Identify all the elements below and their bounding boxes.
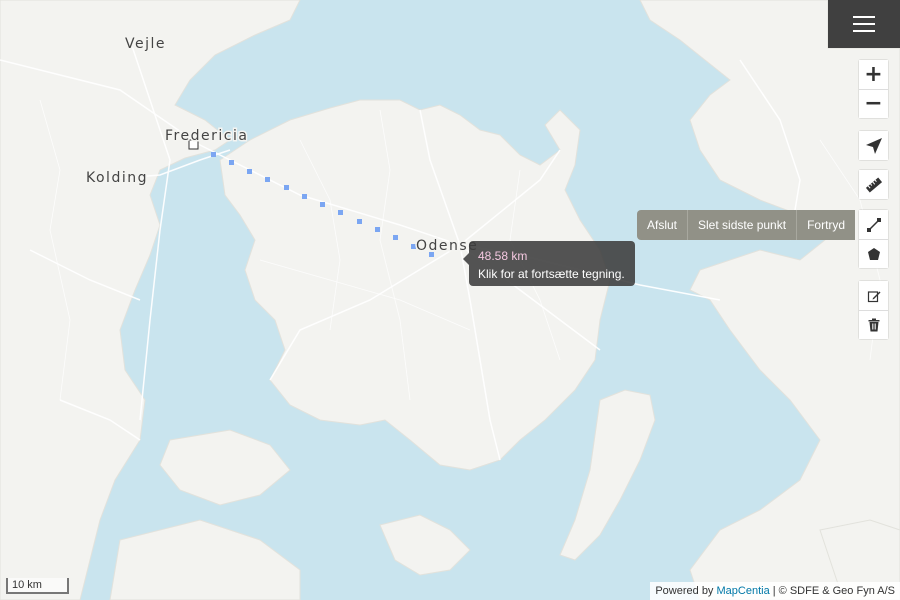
ruler-icon bbox=[865, 177, 882, 192]
edit-icon bbox=[867, 290, 880, 302]
draw-control bbox=[859, 210, 888, 268]
attribution: Powered by MapCentia | © SDFE & Geo Fyn … bbox=[650, 582, 900, 600]
polyline-icon bbox=[866, 217, 881, 232]
draw-actions-bar: Afslut Slet sidste punkt Fortryd bbox=[637, 210, 856, 240]
delete-button[interactable] bbox=[859, 310, 888, 339]
city-label-vejle: Vejle bbox=[125, 36, 166, 52]
polygon-icon bbox=[867, 248, 880, 260]
tooltip-distance: 48.58 km bbox=[478, 249, 528, 263]
attribution-suffix: | © SDFE & Geo Fyn A/S bbox=[772, 585, 895, 597]
locate-control bbox=[859, 131, 888, 160]
mapcentia-link[interactable]: MapCentia bbox=[717, 585, 770, 597]
measure-control bbox=[859, 170, 888, 199]
edit-control bbox=[859, 281, 888, 339]
trash-icon bbox=[868, 318, 879, 332]
navigation-arrow-icon bbox=[865, 137, 882, 154]
measure-button[interactable] bbox=[859, 170, 888, 199]
finish-button[interactable]: Afslut bbox=[637, 210, 687, 240]
delete-last-point-button[interactable]: Slet sidste punkt bbox=[687, 210, 796, 240]
zoom-out-button[interactable]: − bbox=[859, 89, 888, 118]
hamburger-menu-icon bbox=[853, 16, 875, 32]
attribution-prefix: Powered by bbox=[655, 585, 714, 597]
tooltip-hint: Klik for at fortsætte tegning. bbox=[478, 267, 625, 281]
menu-button[interactable] bbox=[828, 0, 900, 48]
map-canvas[interactable]: Vejle Fredericia Kolding Odense bbox=[0, 0, 900, 600]
locate-button[interactable] bbox=[859, 131, 888, 160]
city-label-kolding: Kolding bbox=[86, 170, 148, 186]
draw-line-button[interactable] bbox=[859, 210, 888, 239]
draw-polygon-button[interactable] bbox=[859, 239, 888, 268]
zoom-in-button[interactable]: + bbox=[859, 60, 888, 89]
edit-button[interactable] bbox=[859, 281, 888, 310]
undo-button[interactable]: Fortryd bbox=[796, 210, 855, 240]
zoom-control: + − bbox=[859, 60, 888, 118]
measure-tooltip: 48.58 km Klik for at fortsætte tegning. bbox=[463, 241, 635, 286]
scale-bar: 10 km bbox=[6, 578, 69, 594]
city-label-fredericia: Fredericia bbox=[165, 128, 248, 144]
